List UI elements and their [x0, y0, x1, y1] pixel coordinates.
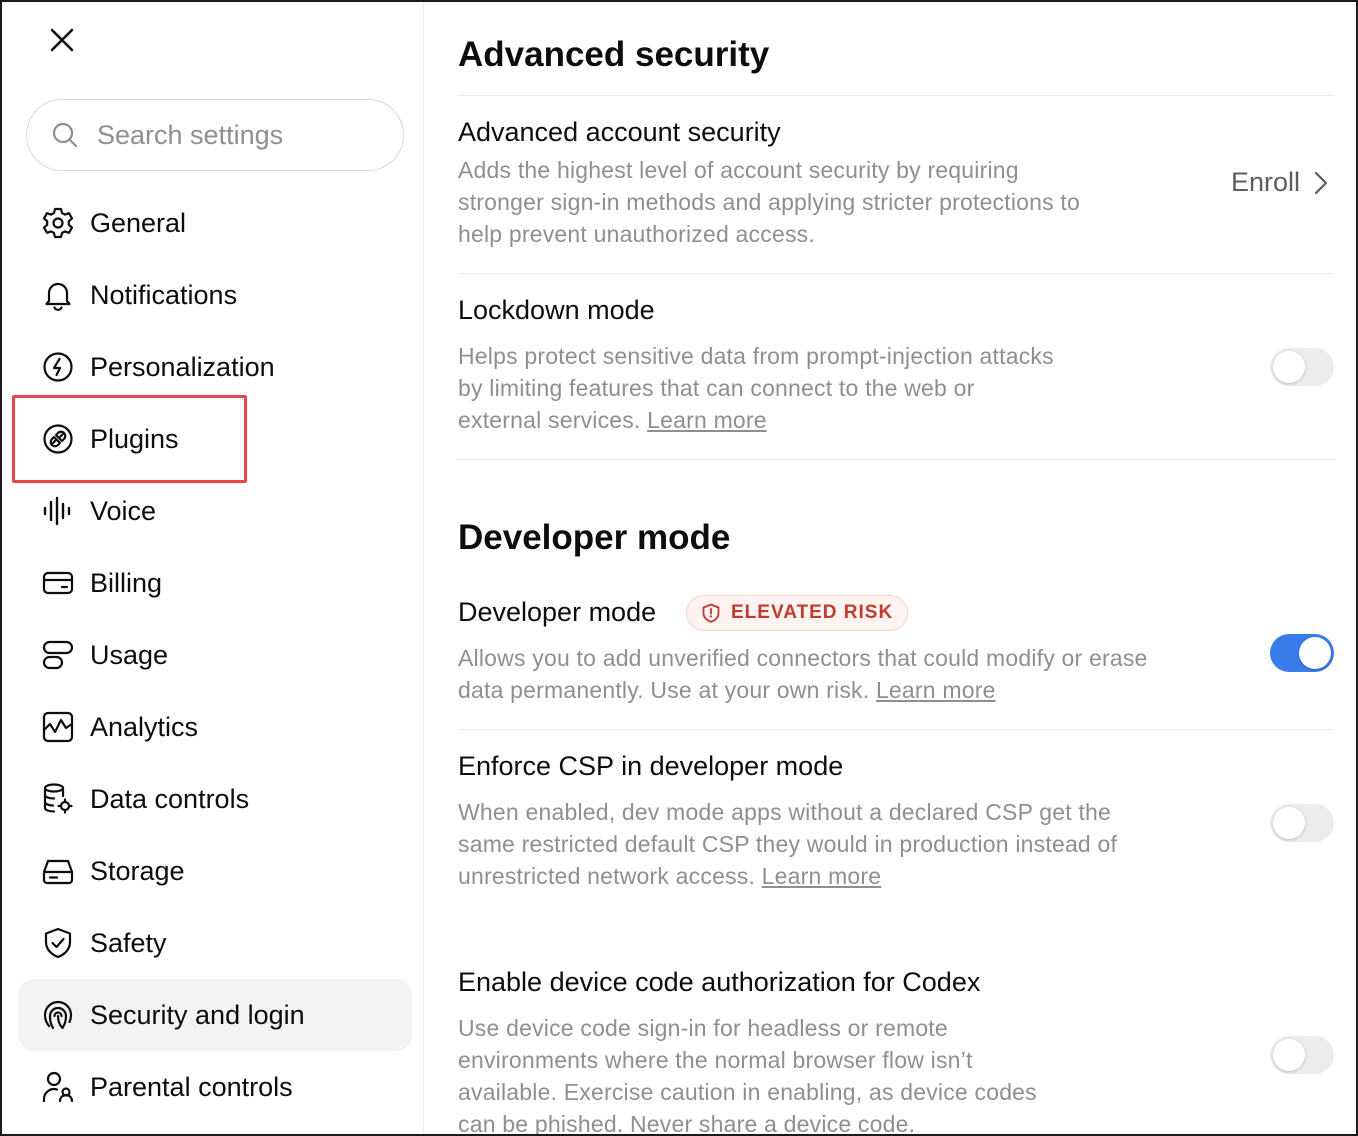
warning-shield-icon	[702, 603, 720, 623]
close-icon	[50, 28, 74, 52]
toggle-knob	[1273, 1039, 1305, 1071]
fingerprint-icon	[40, 997, 76, 1033]
sidebar-item-notifications[interactable]: Notifications	[18, 259, 412, 331]
sidebar-item-label: General	[90, 207, 187, 238]
sidebar-item-label: Parental controls	[90, 1071, 293, 1102]
bell-icon	[40, 277, 76, 313]
gear-icon	[40, 205, 76, 241]
row-title-device-code-authorization: Enable device code authorization for Cod…	[458, 967, 981, 997]
database-settings-icon	[40, 781, 76, 817]
row-title-enforce-csp: Enforce CSP in developer mode	[458, 751, 844, 781]
row-description-lockdown-mode: Helps protect sensitive data from prompt…	[458, 343, 1054, 433]
sidebar-item-personalization[interactable]: Personalization	[18, 331, 412, 403]
row-description-device-code-authorization: Use device code sign-in for headless or …	[458, 1015, 1037, 1136]
voice-waveform-icon	[40, 493, 76, 529]
row-title-developer-mode: Developer mode	[458, 597, 657, 627]
sidebar-item-label: Storage	[90, 855, 185, 886]
divider	[458, 95, 1334, 96]
credit-card-icon	[40, 565, 76, 601]
sidebar-item-label: Safety	[90, 927, 167, 958]
divider	[458, 459, 1334, 460]
close-button[interactable]	[42, 22, 82, 58]
analytics-chart-icon	[40, 709, 76, 745]
learn-more-link[interactable]: Learn more	[647, 407, 767, 433]
sidebar-item-data-controls[interactable]: Data controls	[18, 763, 412, 835]
section-title-advanced-security: Advanced security	[458, 35, 770, 74]
sidebar-item-label: Billing	[90, 567, 163, 598]
elevated-risk-badge: ELEVATED RISK	[686, 595, 909, 631]
personalization-icon	[40, 349, 76, 385]
device-code-authorization-toggle[interactable]	[1270, 1036, 1334, 1074]
search-box[interactable]	[26, 99, 404, 171]
section-title-developer-mode: Developer mode	[458, 518, 731, 557]
divider	[458, 273, 1334, 274]
sidebar-item-safety[interactable]: Safety	[18, 907, 412, 979]
sidebar-item-analytics[interactable]: Analytics	[18, 691, 412, 763]
settings-nav: General Notifications Personalization Pl…	[18, 187, 412, 1123]
learn-more-link[interactable]: Learn more	[876, 677, 996, 703]
divider	[458, 729, 1334, 730]
sidebar-item-security-and-login[interactable]: Security and login	[18, 979, 412, 1051]
badge-label: ELEVATED RISK	[731, 602, 894, 623]
toggle-knob	[1273, 351, 1305, 383]
shield-check-icon	[40, 925, 76, 961]
developer-mode-toggle[interactable]	[1270, 634, 1334, 672]
enroll-button[interactable]: Enroll	[1231, 167, 1328, 198]
row-description-enforce-csp: When enabled, dev mode apps without a de…	[458, 799, 1118, 889]
lockdown-mode-toggle[interactable]	[1270, 348, 1334, 386]
sidebar-item-label: Data controls	[90, 783, 250, 814]
chevron-right-icon	[1314, 171, 1328, 194]
sidebar-item-label: Security and login	[90, 999, 305, 1030]
settings-sidebar: General Notifications	[2, 2, 424, 1134]
sidebar-item-label: Voice	[90, 495, 157, 526]
sidebar-item-label: Analytics	[90, 711, 199, 742]
sidebar-item-usage[interactable]: Usage	[18, 619, 412, 691]
sidebar-item-voice[interactable]: Voice	[18, 475, 412, 547]
sidebar-item-label: Plugins	[90, 423, 179, 454]
learn-more-link[interactable]: Learn more	[762, 863, 882, 889]
parent-child-icon	[40, 1069, 76, 1105]
plugin-icon	[40, 421, 76, 457]
sidebar-item-label: Notifications	[90, 279, 238, 310]
search-input[interactable]	[97, 119, 377, 151]
storage-drive-icon	[40, 853, 76, 889]
sidebar-item-general[interactable]: General	[18, 187, 412, 259]
enforce-csp-toggle[interactable]	[1270, 804, 1334, 842]
sidebar-item-billing[interactable]: Billing	[18, 547, 412, 619]
enroll-label: Enroll	[1230, 167, 1300, 197]
sidebar-item-plugins[interactable]: Plugins	[18, 403, 412, 475]
sidebar-item-label: Usage	[90, 639, 169, 670]
row-title-advanced-account-security: Advanced account security	[458, 117, 781, 147]
search-icon	[52, 122, 78, 148]
sidebar-item-parental-controls[interactable]: Parental controls	[18, 1051, 412, 1123]
row-description-advanced-account-security: Adds the highest level of account securi…	[458, 157, 1081, 247]
sidebar-item-storage[interactable]: Storage	[18, 835, 412, 907]
sidebar-item-label: Personalization	[90, 351, 275, 382]
usage-icon	[40, 637, 76, 673]
toggle-knob	[1273, 807, 1305, 839]
settings-content: Advanced security Advanced account secur…	[458, 2, 1334, 1136]
settings-window: General Notifications	[0, 0, 1358, 1136]
row-description-developer-mode: Allows you to add unverified connectors …	[458, 645, 1148, 703]
toggle-knob	[1299, 637, 1331, 669]
row-title-lockdown-mode: Lockdown mode	[458, 295, 655, 325]
